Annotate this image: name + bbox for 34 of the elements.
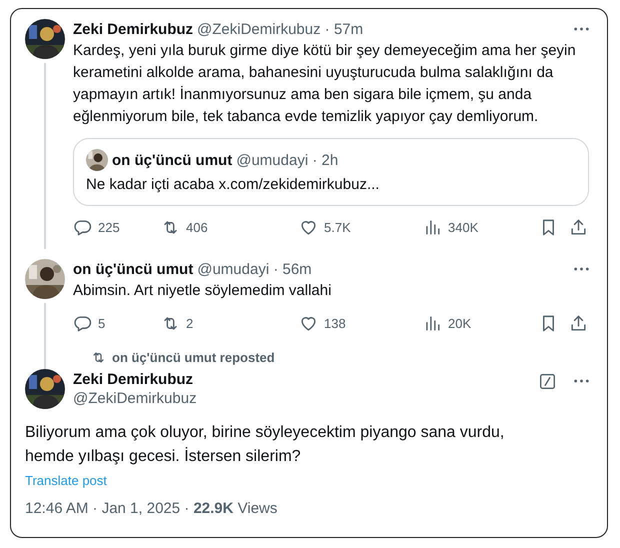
- view-count: 20K: [448, 316, 472, 330]
- author-name[interactable]: Zeki Demirkubuz: [73, 370, 531, 389]
- post-timestamp-and-views: 12:46 AM · Jan 1, 2025 · 22.9K Views: [25, 500, 278, 517]
- reply-icon[interactable]: [73, 314, 92, 332]
- more-icon[interactable]: [574, 267, 589, 271]
- like-count: 138: [324, 316, 346, 330]
- repost-count: 406: [186, 220, 208, 234]
- edit-icon[interactable]: [539, 373, 556, 390]
- repost-note[interactable]: on üç'üncü umut reposted: [112, 350, 275, 364]
- quoted-text: Ne kadar içti acaba x.com/zekidemirkubuz...: [86, 176, 380, 193]
- quoted-handle-and-time: @umudayi · 2h: [236, 152, 338, 168]
- post-text: Kardeş, yeni yıla buruk girme diye kötü bir şey demeyeceğim ama her şeyin kerametini alkolde arama, bahanesini uyuşturucuda bulma salaklığını da yapmayın artık! İnanmıyorsunuz ama ben sigara bile içmem, şu anda eğlenmiyorum bile, tek tabanca evde temizlik yapıyor çay demliyorum.: [73, 41, 577, 127]
- author-name[interactable]: on üç'üncü umut: [73, 260, 194, 278]
- more-icon[interactable]: [574, 27, 589, 31]
- share-icon[interactable]: [569, 314, 588, 332]
- reply-count: 5: [98, 316, 106, 330]
- view-count: 340K: [448, 220, 478, 234]
- like-count: 5.7K: [324, 220, 351, 234]
- author-handle[interactable]: @ZekiDemirkubuz: [73, 389, 531, 408]
- repost-icon: [91, 350, 106, 364]
- quoted-author-name: on üç'üncü umut: [112, 152, 232, 168]
- bar-chart-icon[interactable]: [423, 218, 442, 236]
- author-name[interactable]: Zeki Demirkubuz: [73, 20, 194, 38]
- handle-and-time[interactable]: @umudayi · 56m: [197, 260, 312, 278]
- post-text: Biliyorum ama çok oluyor, birine söyleyecektim piyango sana vurdu, hemde yılbaşı gecesi. İstersen silerim?: [25, 423, 506, 467]
- handle-and-time[interactable]: @ZekiDemirkubuz · 57m: [197, 20, 364, 38]
- share-icon[interactable]: [569, 218, 588, 236]
- repost-count: 2: [186, 316, 194, 330]
- post-text: Abimsin. Art niyetle söylemedim vallahi: [73, 281, 332, 301]
- reply-icon[interactable]: [73, 218, 92, 236]
- bar-chart-icon[interactable]: [423, 314, 442, 332]
- quoted-post[interactable]: on üç'üncü umut @umudayi · 2h Ne kadar içti acaba x.com/zekidemirkubuz...: [73, 138, 589, 206]
- more-icon[interactable]: [574, 379, 589, 383]
- reply-count: 225: [98, 220, 120, 234]
